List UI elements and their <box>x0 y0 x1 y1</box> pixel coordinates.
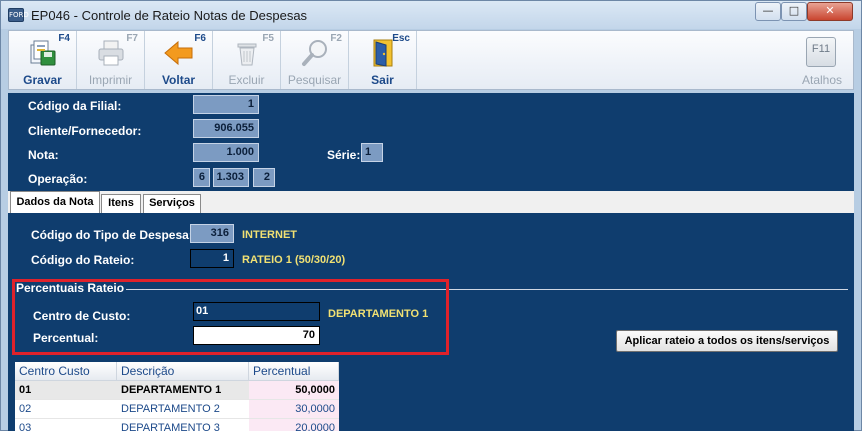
shortcuts-button[interactable]: F11 Atalhos <box>789 31 855 89</box>
tipo-despesa-description: INTERNET <box>242 229 297 241</box>
filial-label: Código da Filial: <box>28 99 122 113</box>
search-button[interactable]: F2 Pesquisar <box>281 31 349 89</box>
save-icon <box>30 40 56 66</box>
tab-strip: Dados da Nota Itens Serviços <box>8 191 854 213</box>
table-cell-percentual[interactable]: 30,0000 <box>249 400 339 419</box>
save-button[interactable]: F4 Gravar <box>9 31 77 89</box>
column-header-descricao[interactable]: Descrição <box>117 362 249 381</box>
window-title: EP046 - Controle de Rateio Notas de Desp… <box>31 8 308 23</box>
maximize-button[interactable]: □ <box>781 2 807 21</box>
back-button[interactable]: F6 Voltar <box>145 31 213 89</box>
table-cell-percentual[interactable]: 50,0000 <box>249 381 339 400</box>
tab-itens[interactable]: Itens <box>101 194 141 213</box>
main-panel: Código da Filial: 1 Cliente/Fornecedor: … <box>8 93 854 431</box>
search-label: Pesquisar <box>287 73 342 87</box>
tipo-despesa-field[interactable]: 316 <box>190 224 234 243</box>
exit-label: Sair <box>371 73 394 87</box>
printer-icon <box>98 40 124 66</box>
shortcut-key: F6 <box>194 33 206 44</box>
nota-label: Nota: <box>28 148 59 162</box>
operacao-field-2[interactable]: 1.303 <box>213 168 249 187</box>
magnifier-icon <box>302 40 327 66</box>
operacao-field-1[interactable]: 6 <box>193 168 210 187</box>
column-header-centro-custo[interactable]: Centro Custo <box>15 362 117 381</box>
minimize-button[interactable]: — <box>755 2 781 21</box>
exit-button[interactable]: Esc Sair <box>349 31 417 89</box>
print-button[interactable]: F7 Imprimir <box>77 31 145 89</box>
tab-dados-da-nota[interactable]: Dados da Nota <box>10 191 100 213</box>
table-cell-descricao[interactable]: DEPARTAMENTO 2 <box>117 400 249 419</box>
title-bar: FORD EP046 - Controle de Rateio Notas de… <box>1 1 861 29</box>
shortcut-icon: F11 <box>806 37 836 67</box>
highlight-box <box>12 279 449 355</box>
print-label: Imprimir <box>88 73 133 87</box>
delete-button[interactable]: F5 Excluir <box>213 31 281 89</box>
rateio-field[interactable]: 1 <box>190 249 234 268</box>
delete-label: Excluir <box>228 73 265 87</box>
app-icon: FORD <box>8 8 29 22</box>
rateio-label: Código do Rateio: <box>31 253 135 267</box>
tab-servicos[interactable]: Serviços <box>143 194 201 213</box>
tipo-despesa-label: Código do Tipo de Despesa: <box>31 228 193 242</box>
nota-field[interactable]: 1.000 <box>193 143 259 162</box>
table-cell-percentual[interactable]: 20,0000 <box>249 419 339 431</box>
operacao-label: Operação: <box>28 172 88 186</box>
column-header-percentual[interactable]: Percentual <box>249 362 339 381</box>
filial-field[interactable]: 1 <box>193 95 259 114</box>
cliente-label: Cliente/Fornecedor: <box>28 124 142 138</box>
table-cell-centro[interactable]: 01 <box>15 381 117 400</box>
shortcut-key: F4 <box>58 33 70 44</box>
table-cell-centro[interactable]: 03 <box>15 419 117 431</box>
toolbar: F4 Gravar F7 Imprimir F6 Voltar F5 Exclu… <box>8 30 854 90</box>
table-cell-descricao[interactable]: DEPARTAMENTO 3 <box>117 419 249 431</box>
arrow-left-icon <box>164 40 193 66</box>
trash-icon <box>237 43 257 66</box>
back-label: Voltar <box>161 73 196 87</box>
save-label: Gravar <box>23 73 62 87</box>
shortcut-key: F2 <box>330 33 342 44</box>
shortcut-key: F5 <box>262 33 274 44</box>
cliente-field[interactable]: 906.055 <box>193 119 259 138</box>
apply-rateio-button[interactable]: Aplicar rateio a todos os itens/serviços <box>616 330 838 352</box>
table-cell-descricao[interactable]: DEPARTAMENTO 1 <box>117 381 249 400</box>
close-button[interactable]: ✕ <box>807 2 853 21</box>
app-window: FORD EP046 - Controle de Rateio Notas de… <box>0 0 862 431</box>
shortcut-key: F7 <box>126 33 138 44</box>
serie-field[interactable]: 1 <box>361 143 383 162</box>
door-exit-icon <box>373 39 393 67</box>
operacao-field-3[interactable]: 2 <box>253 168 275 187</box>
table-cell-centro[interactable]: 02 <box>15 400 117 419</box>
rateio-description: RATEIO 1 (50/30/20) <box>242 254 346 266</box>
serie-label: Série: <box>327 148 361 162</box>
shortcuts-label: Atalhos <box>801 73 843 87</box>
